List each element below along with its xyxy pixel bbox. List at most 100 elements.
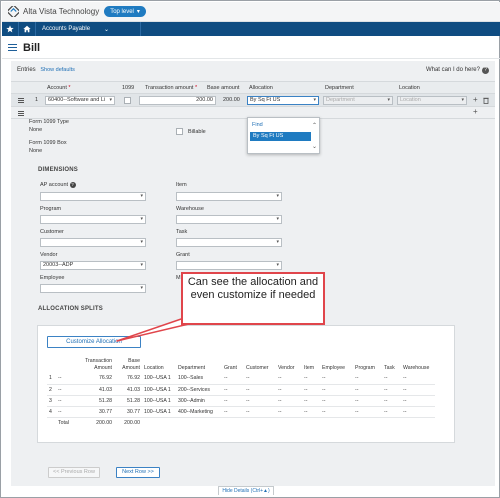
warehouse-cell: -- [401,373,435,385]
grant-label: Grant [176,252,190,258]
program-select[interactable]: ▾ [40,215,146,224]
account-field[interactable]: 60400--Software and Li ▾ [45,96,115,105]
entity-level-label: Top level [110,8,134,15]
program-cell: -- [353,406,382,418]
total-label: Total [58,419,69,426]
add-row-icon[interactable]: + [473,107,478,116]
grant-select[interactable]: ▾ [176,261,282,270]
page-header: Bill [2,37,500,59]
billable-label: Billable [188,129,206,135]
info-icon[interactable]: ? [69,182,76,188]
total-spacer [142,417,435,428]
chevron-down-icon: ▾ [276,216,279,222]
menu-icon[interactable] [8,42,17,53]
scroll-down-icon[interactable]: ⌄ [312,143,317,150]
hide-details-tab[interactable]: Hide Details (Ctrl+▲) [218,486,274,495]
base-amount-cell: 30.77 [114,406,142,418]
allocation-select[interactable]: By Sq Ft US ▾ [247,96,319,105]
task-select[interactable]: ▾ [176,238,282,247]
table-row: 4 -- 30.77 30.77 100--USA 1 400--Marketi… [47,406,435,418]
program-label: Program [40,206,62,212]
entity-level-dropdown[interactable]: Top level ▾ [104,6,146,17]
chevron-down-icon: ▾ [140,285,143,291]
home-icon[interactable] [19,22,36,36]
find-link[interactable]: Find [252,122,263,128]
transaction-amount-field[interactable]: 200.00 [139,96,216,105]
row-cell: -- [56,373,72,385]
column-header-department: Department [325,85,354,91]
form-1099-box-label: Form 1099 Box [29,140,67,146]
employee-cell: -- [320,406,353,418]
warehouse-select[interactable]: ▾ [176,215,282,224]
vendor-select[interactable]: 20003--ADP ▾ [40,261,146,270]
column-header-department: Department [178,365,206,371]
column-header [56,357,72,373]
column-header-base-amount: Base amount [207,85,240,91]
row-index: 3 [47,395,56,407]
ap-account-label-text: AP account [40,182,69,188]
help-link[interactable]: What can I do here?? [426,67,489,74]
column-header-program: Program [355,365,375,371]
warehouse-cell: -- [401,384,435,396]
department-cell: 400--Marketing [176,406,222,418]
customer-select[interactable]: ▾ [40,238,146,247]
grant-cell: -- [222,384,244,396]
required-marker: * [68,85,71,91]
entries-label: Entries [17,67,36,73]
chevron-down-icon: ▾ [313,97,316,103]
employee-select[interactable]: ▾ [40,284,146,293]
row-index: 1 [47,373,56,385]
item-cell: -- [302,384,320,396]
customer-cell: -- [244,384,276,396]
module-menu-accounts-payable[interactable]: Accounts Payable ⌄ [36,22,141,36]
form-1099-checkbox[interactable] [124,97,131,104]
department-select: Department ▾ [323,96,393,105]
column-header-warehouse: Warehouse [403,365,430,371]
favorites-star-icon[interactable] [2,22,19,36]
column-header-transaction-amount-label: Transaction amount [145,85,194,91]
column-header-location: Location [399,85,420,91]
customize-allocation-button[interactable]: Customize Allocation [47,336,141,348]
chevron-down-icon: ▾ [387,97,390,103]
row-index: 2 [47,384,56,396]
column-header-item: Item [304,365,315,371]
chevron-down-icon: ▾ [276,262,279,268]
column-header-account: Account * [47,85,71,91]
item-cell: -- [302,395,320,407]
item-select[interactable]: ▾ [176,192,282,201]
delete-row-icon[interactable] [483,97,489,104]
row-menu-icon[interactable] [18,98,24,104]
line-item-row[interactable]: 1 60400--Software and Li ▾ 200.00 200.00… [11,94,495,107]
location-cell: 100--USA 1 [142,395,176,407]
base-amount-cell: 76.92 [114,373,142,385]
form-1099-type-label: Form 1099 Type [29,119,69,125]
program-cell: -- [353,373,382,385]
vendor-cell: -- [276,406,302,418]
total-base-amount: 200.00 [124,419,140,426]
allocation-value: By Sq Ft US [250,97,281,103]
allocation-option[interactable]: By Sq Ft US [250,132,311,141]
total-spacer [47,417,56,428]
grant-cell: -- [222,406,244,418]
show-defaults-link[interactable]: Show defaults [40,67,75,73]
ap-account-select[interactable]: ▾ [40,192,146,201]
next-row-button[interactable]: Next Row >> [116,467,160,478]
scroll-up-icon[interactable]: ⌃ [312,122,317,129]
table-header-row: Transaction Amount Base Amount Location … [47,357,435,373]
add-row-icon[interactable]: + [473,95,478,104]
task-label: Task [176,229,188,235]
company-logo-icon [8,6,19,17]
warehouse-cell: -- [401,395,435,407]
column-header-task: Task [384,365,395,371]
department-placeholder: Department [326,97,355,103]
column-header [47,357,56,373]
total-transaction-amount: 200.00 [96,419,112,426]
transaction-amount-cell: 30.77 [72,406,114,418]
department-cell: 100--Sales [176,373,222,385]
location-cell: 100--USA 1 [142,373,176,385]
allocation-dropdown[interactable]: Find By Sq Ft US ⌃ ⌄ [247,117,320,154]
row-menu-icon[interactable] [18,111,24,117]
chevron-down-icon: ▾ [140,216,143,222]
entries-header: Entries Show defaults [17,67,75,73]
billable-checkbox[interactable] [176,128,183,135]
